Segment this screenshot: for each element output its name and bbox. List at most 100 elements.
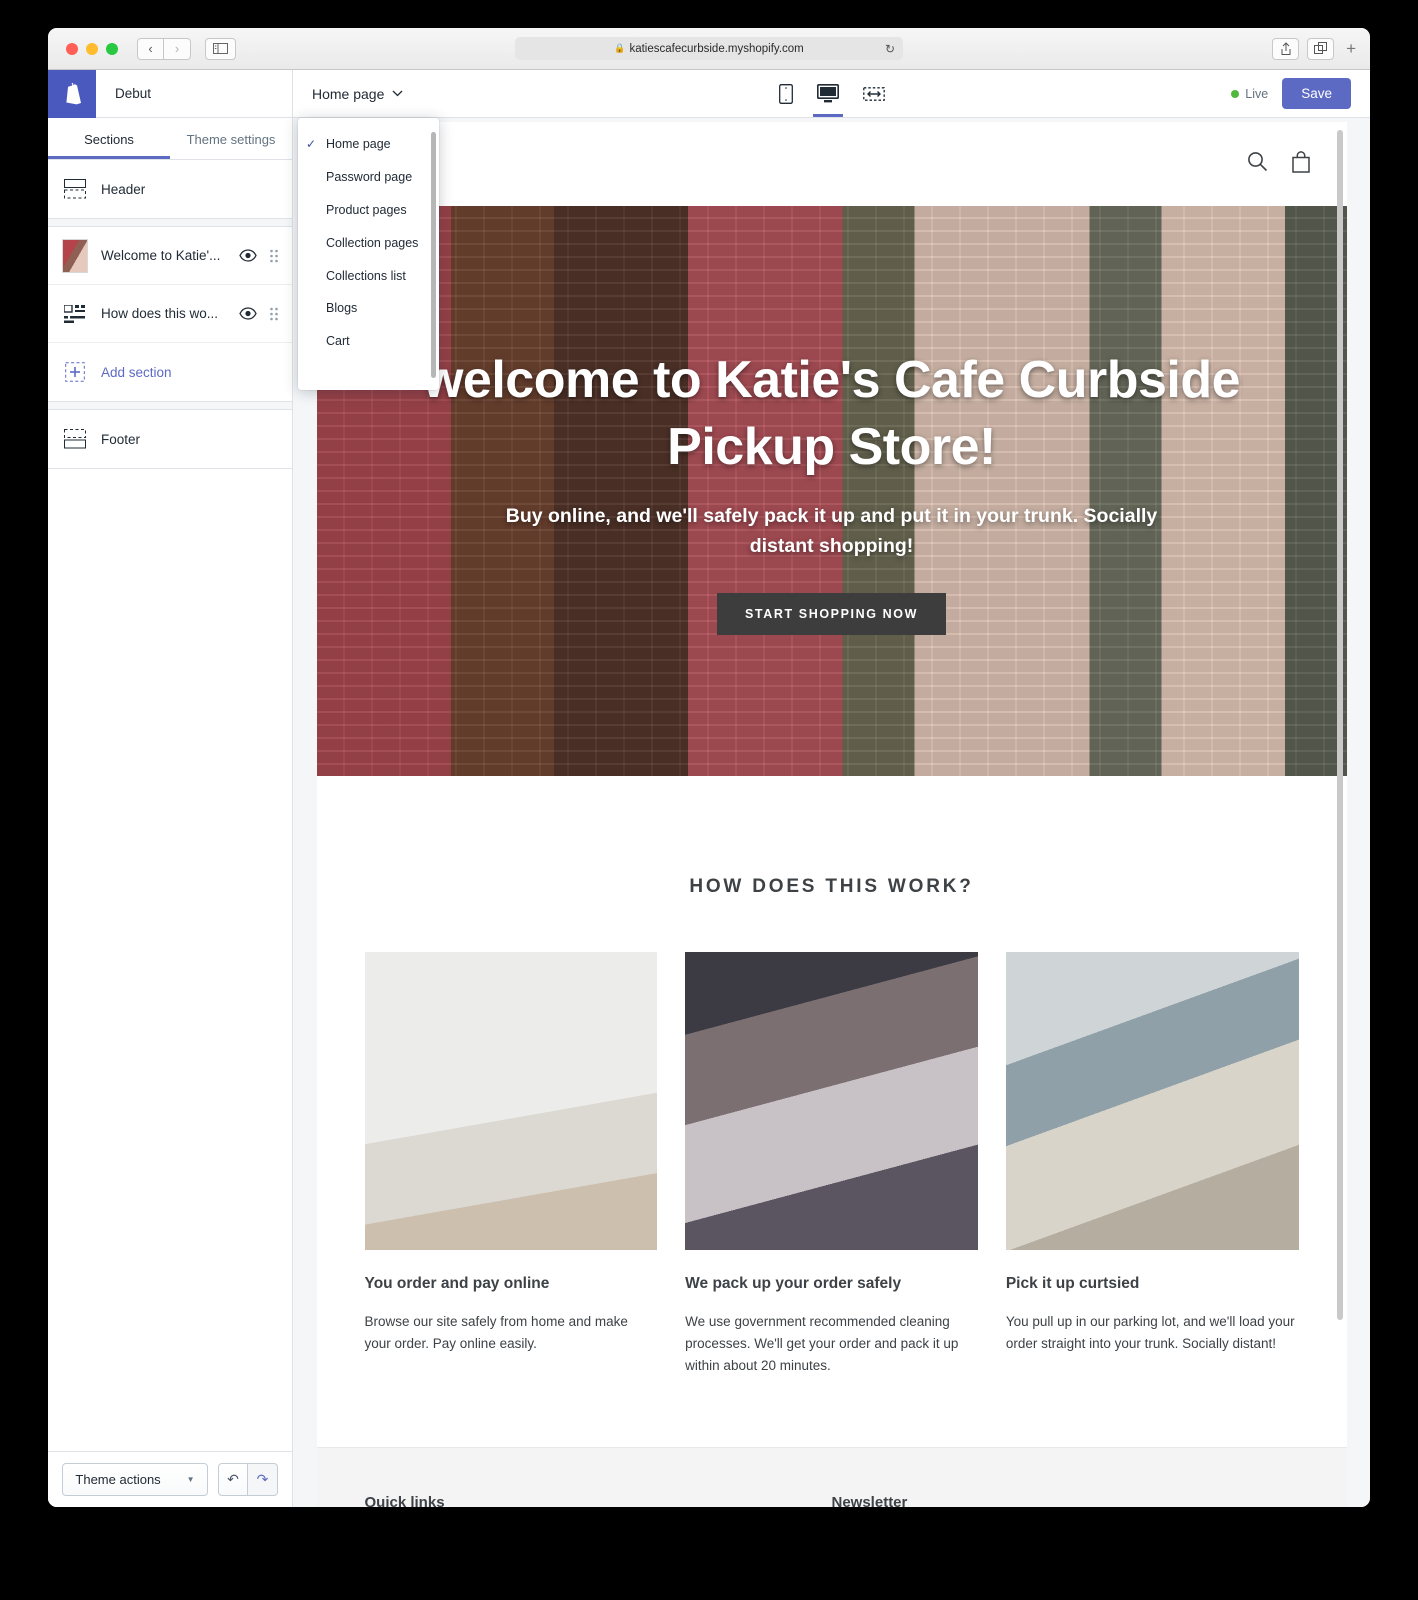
feature-body: You pull up in our parking lot, and we'l… <box>1005 1314 1295 1351</box>
drag-handle-icon[interactable] <box>270 249 278 263</box>
quick-links-block: Quick links Search <box>365 1494 832 1507</box>
chrome-right-actions: + <box>1272 37 1360 60</box>
sidebar-item-label: Footer <box>101 431 141 447</box>
reload-icon[interactable]: ↻ <box>885 42 895 56</box>
drag-handle-icon[interactable] <box>270 307 278 321</box>
sidebar-item-welcome[interactable]: Welcome to Katie'... <box>48 227 292 285</box>
navigation-buttons: ‹ › <box>137 37 191 60</box>
undo-redo-group: ↶ ↷ <box>218 1463 278 1496</box>
undo-icon[interactable]: ↶ <box>218 1463 248 1496</box>
theme-name: Debut <box>115 86 152 101</box>
minimize-window-button[interactable] <box>86 42 98 55</box>
url-text: katiescafecurbside.myshopify.com <box>629 42 804 55</box>
device-mobile-button[interactable] <box>775 70 797 117</box>
editor-main: Home page Live Save ✓ Home page Password… <box>293 70 1370 1507</box>
close-window-button[interactable] <box>66 42 78 55</box>
editor-topbar: Home page Live Save ✓ Home page Password… <box>293 70 1370 390</box>
dropdown-item-collection-pages[interactable]: Collection pages <box>298 227 439 260</box>
add-section-button[interactable]: Add section <box>48 343 292 401</box>
feature-column: We pack up your order safely We use gove… <box>685 952 978 1377</box>
sidebar-footer-toolbar: Theme actions ▼ ↶ ↷ <box>48 1451 292 1507</box>
back-icon[interactable]: ‹ <box>137 37 164 60</box>
theme-actions-label: Theme actions <box>75 1472 161 1487</box>
browser-chrome: ‹ › 🔒 katiescafecurbside.myshopify.com ↻… <box>48 28 1370 70</box>
dog-at-laptop-photo <box>364 952 658 1250</box>
section-group-body: Welcome to Katie'... How does this wo... <box>48 227 292 402</box>
page-selector-dropdown: ✓ Home page Password page Product pages … <box>298 118 439 390</box>
visibility-toggle-icon[interactable] <box>239 249 257 262</box>
tabs-overview-icon[interactable] <box>1307 37 1335 60</box>
footer-section-icon <box>62 429 88 449</box>
browser-window: ‹ › 🔒 katiescafecurbside.myshopify.com ↻… <box>48 28 1370 1507</box>
dropdown-item-cart[interactable]: Cart <box>298 325 439 358</box>
hero-subheading: Buy online, and we'll safely pack it up … <box>505 505 1158 557</box>
check-icon: ✓ <box>306 137 317 151</box>
page-selector-label: Home page <box>312 85 385 102</box>
sidebar-item-header[interactable]: Header <box>48 160 292 218</box>
dropdown-item-home-page[interactable]: ✓ Home page <box>298 128 439 161</box>
preview-viewport: welcome to Katie's Cafe Curbside Pickup … <box>293 118 1370 1507</box>
dropdown-item-label: Home page <box>326 137 391 151</box>
device-desktop-button[interactable] <box>813 70 843 117</box>
dropdown-item-label: Password page <box>326 169 413 184</box>
dropdown-item-label: Product pages <box>326 202 407 217</box>
add-section-label: Add section <box>101 364 172 380</box>
header-section-icon <box>62 179 88 199</box>
device-fullwidth-button[interactable] <box>859 70 889 117</box>
feature-body: Browse our site safely from home and mak… <box>364 1314 628 1351</box>
share-icon[interactable] <box>1272 37 1300 60</box>
add-section-icon <box>62 362 88 382</box>
dropdown-scrollbar[interactable] <box>431 132 436 378</box>
dropdown-item-product-pages[interactable]: Product pages <box>298 194 439 227</box>
tab-sections[interactable]: Sections <box>48 118 170 159</box>
chevron-down-icon <box>392 90 403 97</box>
new-tab-button[interactable]: + <box>1342 39 1360 59</box>
dropdown-item-password-page[interactable]: Password page <box>298 161 439 194</box>
feature-columns: You order and pay online Browse our site… <box>317 952 1347 1447</box>
preview-scrollbar[interactable] <box>1336 130 1343 1320</box>
cart-icon[interactable] <box>1291 150 1311 178</box>
dropdown-item-blogs[interactable]: Blogs <box>298 292 439 325</box>
save-button[interactable]: Save <box>1282 78 1351 109</box>
page-selector[interactable]: Home page <box>312 86 403 102</box>
feature-body: We use government recommended cleaning p… <box>685 1314 959 1373</box>
hero-heading: welcome to Katie's Cafe Curbside Pickup … <box>422 351 1241 476</box>
sidebar-divider <box>48 219 292 227</box>
storefront-footer: Quick links Search Newsletter SUBSCRIBE <box>316 1446 1347 1507</box>
storefront-header <box>317 122 1347 206</box>
sidebar-item-footer[interactable]: Footer <box>48 410 292 468</box>
feature-title: Pick it up curtsied <box>1005 1275 1140 1292</box>
dropdown-item-label: Collection pages <box>326 235 419 250</box>
sidebar-toggle-icon[interactable] <box>205 37 236 60</box>
chevron-down-icon: ▼ <box>186 1475 195 1484</box>
image-thumbnail <box>62 238 88 273</box>
theme-editor: Debut Sections Theme settings Header Wel… <box>48 69 1370 1507</box>
visibility-toggle-icon[interactable] <box>239 307 257 320</box>
sidebar-item-label: Header <box>101 181 146 197</box>
dropdown-item-label: Blogs <box>326 301 358 316</box>
address-bar[interactable]: 🔒 katiescafecurbside.myshopify.com ↻ <box>515 37 903 60</box>
start-shopping-button[interactable]: START SHOPPING NOW <box>716 592 946 635</box>
forward-icon[interactable]: › <box>164 37 191 60</box>
theme-actions-dropdown[interactable]: Theme actions ▼ <box>62 1463 208 1496</box>
quick-links-title: Quick links <box>364 1493 445 1507</box>
feature-title: You order and pay online <box>364 1275 550 1292</box>
shopify-logo-icon[interactable] <box>48 69 96 118</box>
newsletter-block: Newsletter SUBSCRIBE <box>832 1494 1299 1507</box>
sidebar-item-label: How does this wo... <box>101 306 219 321</box>
maximize-window-button[interactable] <box>106 42 118 55</box>
barista-photo <box>685 952 978 1250</box>
redo-icon[interactable]: ↷ <box>248 1463 278 1496</box>
sidebar-item-how-does-this-work[interactable]: How does this wo... <box>48 285 292 343</box>
section-group-footer: Footer <box>48 410 292 469</box>
editor-sidebar: Debut Sections Theme settings Header Wel… <box>48 69 293 1507</box>
sidebar-tabs: Sections Theme settings <box>48 118 292 160</box>
sidebar-header: Debut <box>48 69 292 118</box>
search-icon[interactable] <box>1247 151 1268 177</box>
window-traffic-lights <box>66 42 118 55</box>
sidebar-divider <box>48 402 292 410</box>
dropdown-item-collections-list[interactable]: Collections list <box>298 260 439 293</box>
tab-theme-settings[interactable]: Theme settings <box>170 118 292 159</box>
feature-column: You order and pay online Browse our site… <box>364 952 658 1377</box>
topbar-actions: Live Save <box>1231 78 1351 109</box>
